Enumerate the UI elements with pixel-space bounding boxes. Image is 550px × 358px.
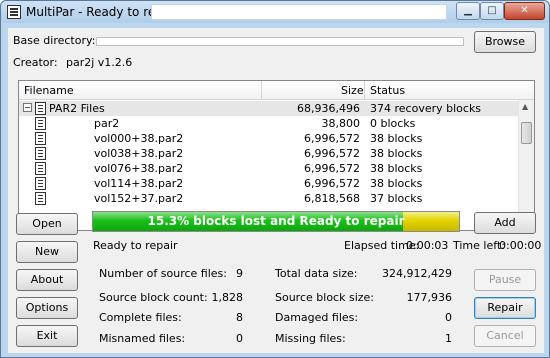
misnamed-files-label: Misnamed files: <box>99 332 186 345</box>
progress-text: 15.3% blocks lost and Ready to repair <box>147 214 405 228</box>
file-status: 38 blocks <box>370 147 423 160</box>
file-row[interactable]: vol152+37.par2 6,818,568 37 blocks <box>19 191 519 206</box>
file-list[interactable]: Filename Size Status − PAR2 Files 68,936,4… <box>18 80 535 231</box>
client-area: Base directory: Browse Creator: par2j v1… <box>8 28 544 353</box>
file-row[interactable]: vol000+38.par2 6,996,572 38 blocks <box>19 131 519 146</box>
file-size: 38,800 <box>321 117 361 130</box>
exit-button[interactable]: Exit <box>16 325 78 347</box>
par-file-icon <box>35 162 46 175</box>
file-status: 0 blocks <box>370 117 416 130</box>
file-size: 6,818,568 <box>304 192 360 205</box>
scroll-up-icon[interactable]: ▲ <box>522 102 528 111</box>
par-file-icon <box>7 5 21 19</box>
damaged-files-value: 0 <box>445 311 452 324</box>
block-size-label: Source block size: <box>275 291 374 304</box>
column-separator[interactable] <box>261 81 262 100</box>
close-icon[interactable]: ✕ <box>504 2 545 20</box>
new-button[interactable]: New <box>16 241 78 263</box>
options-button[interactable]: Options <box>16 297 78 319</box>
damaged-files-label: Damaged files: <box>275 311 359 324</box>
complete-files-label: Complete files: <box>99 311 182 324</box>
file-name: vol038+38.par2 <box>94 147 184 160</box>
block-size-value: 177,936 <box>406 291 453 304</box>
add-button[interactable]: Add <box>474 212 536 234</box>
minimize-icon[interactable]: ▁ <box>456 2 480 20</box>
file-status: 38 blocks <box>370 177 423 190</box>
file-status: 38 blocks <box>370 162 423 175</box>
column-separator[interactable] <box>364 81 365 100</box>
collapse-icon[interactable]: − <box>23 103 32 112</box>
time-left-label: Time left: <box>453 239 505 252</box>
base-directory-label: Base directory: <box>13 34 96 47</box>
maximize-icon[interactable]: □ <box>480 2 504 20</box>
complete-files-value: 8 <box>236 311 243 324</box>
creator-value: par2j v1.2.6 <box>66 56 133 69</box>
file-status: 374 recovery blocks <box>370 102 482 115</box>
total-size-value: 324,912,429 <box>382 267 452 280</box>
main-window: MultiPar - Ready to repair ▁ □ ✕ Base di… <box>0 0 550 358</box>
file-name: vol076+38.par2 <box>94 162 184 175</box>
scroll-thumb[interactable] <box>521 122 532 144</box>
par-file-icon <box>35 147 46 160</box>
creator-label: Creator: <box>13 56 58 69</box>
about-button[interactable]: About <box>16 269 78 291</box>
pause-button[interactable]: Pause <box>474 269 536 291</box>
file-size: 68,936,496 <box>297 102 360 115</box>
file-size: 6,996,572 <box>304 162 360 175</box>
par-file-icon <box>35 117 46 130</box>
group-row[interactable]: − PAR2 Files 68,936,496 374 recovery blocks <box>19 101 519 116</box>
file-row[interactable]: vol038+38.par2 6,996,572 38 blocks <box>19 146 519 161</box>
missing-files-value: 1 <box>445 332 452 345</box>
file-size: 6,996,572 <box>304 132 360 145</box>
file-status: 37 blocks <box>370 192 423 205</box>
file-name: PAR2 Files <box>49 102 105 115</box>
progress-bar: 15.3% blocks lost and Ready to repair <box>92 211 460 232</box>
column-header-size[interactable]: Size <box>341 84 364 97</box>
file-size: 6,996,572 <box>304 177 360 190</box>
base-directory-field <box>96 37 464 46</box>
repair-button[interactable]: Repair <box>474 297 536 319</box>
file-size: 6,996,572 <box>304 147 360 160</box>
file-name: par2 <box>94 117 120 130</box>
par-file-icon <box>35 192 46 205</box>
cancel-button[interactable]: Cancel <box>474 325 536 347</box>
list-scrollbar[interactable]: ▲ ▼ <box>518 100 534 230</box>
file-name: vol000+38.par2 <box>94 132 184 145</box>
column-header-filename[interactable]: Filename <box>24 84 74 97</box>
column-header-status[interactable]: Status <box>370 84 405 97</box>
total-size-label: Total data size: <box>275 267 358 280</box>
status-message: Ready to repair <box>93 239 178 252</box>
file-status: 38 blocks <box>370 132 423 145</box>
source-files-value: 9 <box>236 267 243 280</box>
par-file-icon <box>35 132 46 145</box>
title-bar-filler <box>151 4 447 20</box>
browse-button[interactable]: Browse <box>474 31 536 53</box>
par-file-icon <box>35 102 46 115</box>
list-header: Filename Size Status <box>19 81 534 100</box>
misnamed-files-value: 0 <box>236 332 243 345</box>
title-bar[interactable]: MultiPar - Ready to repair ▁ □ ✕ <box>1 1 549 23</box>
file-name: vol114+38.par2 <box>94 177 184 190</box>
source-blocks-label: Source block count: <box>99 291 208 304</box>
missing-files-label: Missing files: <box>275 332 346 345</box>
time-left-value: 0:00:00 <box>499 239 542 252</box>
file-row[interactable]: vol114+38.par2 6,996,572 38 blocks <box>19 176 519 191</box>
file-row[interactable]: par2 38,800 0 blocks <box>19 116 519 131</box>
source-blocks-value: 1,828 <box>211 291 244 304</box>
file-row[interactable]: vol076+38.par2 6,996,572 38 blocks <box>19 161 519 176</box>
file-name: vol152+37.par2 <box>94 192 184 205</box>
elapsed-time-value: 0:00:03 <box>406 239 449 252</box>
open-button[interactable]: Open <box>16 213 78 235</box>
par-file-icon <box>35 177 46 190</box>
